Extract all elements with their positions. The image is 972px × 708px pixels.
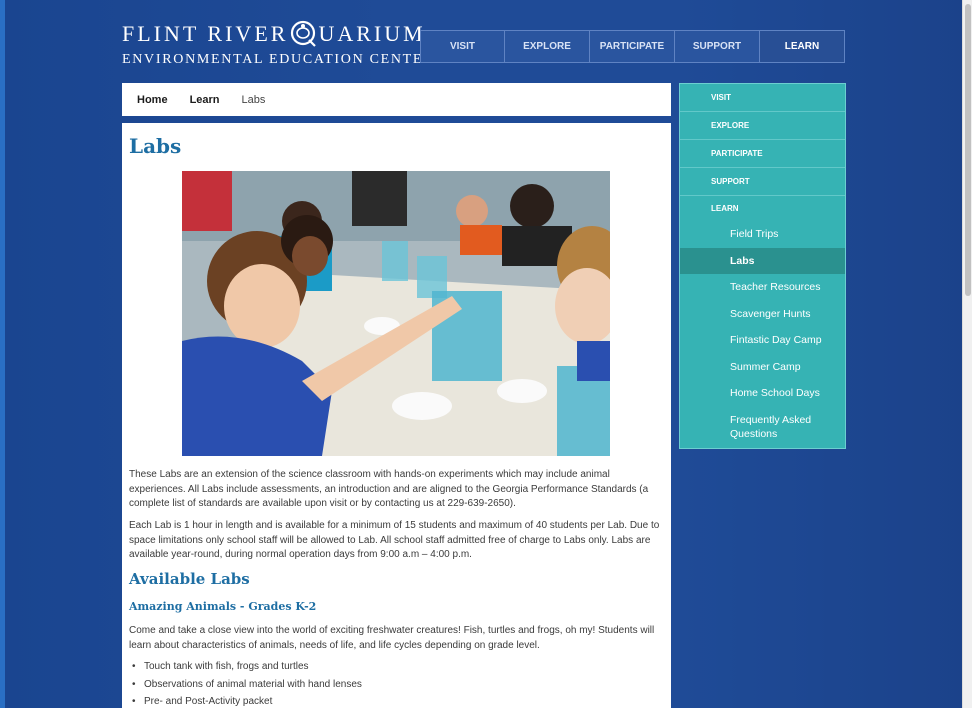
- sidebar-item-visit[interactable]: Visit: [680, 84, 845, 112]
- list-item: Pre- and Post-Activity packet: [129, 695, 664, 708]
- site-logo[interactable]: Flint River uarium Environmental Educati…: [122, 18, 433, 73]
- lab-amazing-animals-description: Come and take a close view into the worl…: [129, 625, 655, 651]
- scrollbar-thumb[interactable]: [965, 4, 971, 296]
- sidebar-subitem-faq[interactable]: Frequently Asked Questions: [680, 407, 845, 441]
- breadcrumb-home[interactable]: Home: [137, 94, 168, 106]
- sidebar-item-support[interactable]: Support: [680, 168, 845, 196]
- sidebar-subitem-field-trips[interactable]: Field Trips: [680, 221, 845, 248]
- breadcrumb-learn[interactable]: Learn: [190, 94, 220, 106]
- window-edge: [0, 0, 5, 708]
- page-title: Labs: [129, 134, 182, 158]
- available-labs-heading: Available Labs: [129, 570, 250, 588]
- turtle-q-logo-icon: [291, 20, 317, 47]
- lab-amazing-animals-list: Touch tank with fish, frogs and turtles …: [129, 660, 664, 708]
- section-sidebar: Visit Explore Participate Support Learn …: [679, 83, 846, 449]
- sidebar-item-participate[interactable]: Participate: [680, 140, 845, 168]
- main-content: Labs These Labs are an extension of the …: [122, 123, 671, 708]
- breadcrumb-current: Labs: [241, 93, 266, 106]
- topnav-participate[interactable]: Participate: [590, 30, 675, 63]
- topnav-visit[interactable]: Visit: [420, 30, 505, 63]
- list-item: Touch tank with fish, frogs and turtles: [129, 660, 664, 678]
- page-scrollbar[interactable]: [962, 0, 972, 708]
- top-navigation: Visit Explore Participate Support Learn: [420, 30, 845, 63]
- logo-tagline: Environmental Education Center: [122, 52, 435, 67]
- list-item: Observations of animal material with han…: [129, 678, 664, 696]
- labs-intro-paragraph: These Labs are an extension of the scien…: [129, 469, 649, 509]
- sidebar-item-explore[interactable]: Explore: [680, 112, 845, 140]
- photo-illustration: [182, 171, 610, 456]
- sidebar-subitem-fintastic-day-camp[interactable]: Fintastic Day Camp: [680, 327, 845, 354]
- logo-wordmark: Flint River uarium: [122, 18, 426, 48]
- breadcrumb: Home Learn Labs: [122, 83, 671, 116]
- logo-text-uarium: uarium: [318, 21, 426, 46]
- lab-amazing-animals-heading: Amazing Animals - Grades K-2: [129, 600, 317, 613]
- topnav-support[interactable]: Support: [675, 30, 760, 63]
- topnav-explore[interactable]: Explore: [505, 30, 590, 63]
- sidebar-subitem-scavenger-hunts[interactable]: Scavenger Hunts: [680, 301, 845, 328]
- labs-classroom-photo: [182, 171, 610, 456]
- sidebar-subitem-teacher-resources[interactable]: Teacher Resources: [680, 274, 845, 301]
- topnav-learn[interactable]: Learn: [760, 30, 845, 63]
- labs-details-paragraph: Each Lab is 1 hour in length and is avai…: [129, 520, 660, 560]
- sidebar-subitem-home-school-days[interactable]: Home School Days: [680, 380, 845, 407]
- sidebar-subitem-summer-camp[interactable]: Summer Camp: [680, 354, 845, 381]
- sidebar-subitem-labs[interactable]: Labs: [680, 247, 845, 274]
- sidebar-item-learn[interactable]: Learn: [680, 196, 845, 221]
- logo-text-flint-river: Flint River: [122, 21, 289, 46]
